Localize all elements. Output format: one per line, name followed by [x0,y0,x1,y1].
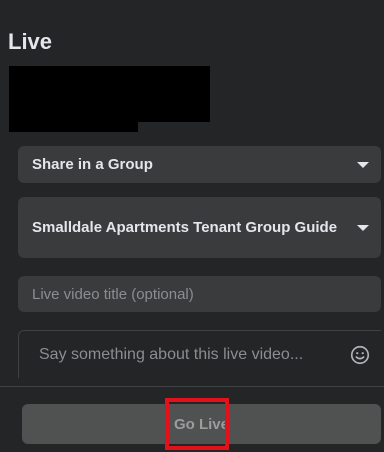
redacted-block [9,120,138,132]
live-panel: Live Share in a Group Smalldale Apartmen… [0,0,384,452]
divider [0,386,384,387]
share-destination-select[interactable]: Share in a Group [18,146,381,183]
smiley-icon[interactable] [349,344,371,366]
group-select[interactable]: Smalldale Apartments Tenant Group Guide [18,197,381,258]
go-live-button[interactable]: Go Live [22,404,381,444]
share-destination-label: Share in a Group [32,156,153,173]
redacted-block [9,66,210,122]
live-video-title-input[interactable] [18,276,381,312]
chevron-down-icon [357,224,369,231]
description-field [18,330,381,378]
live-video-description-input[interactable] [37,344,343,365]
page-title: Live [8,29,53,54]
group-select-label: Smalldale Apartments Tenant Group Guide [32,219,338,236]
chevron-down-icon [357,161,369,168]
